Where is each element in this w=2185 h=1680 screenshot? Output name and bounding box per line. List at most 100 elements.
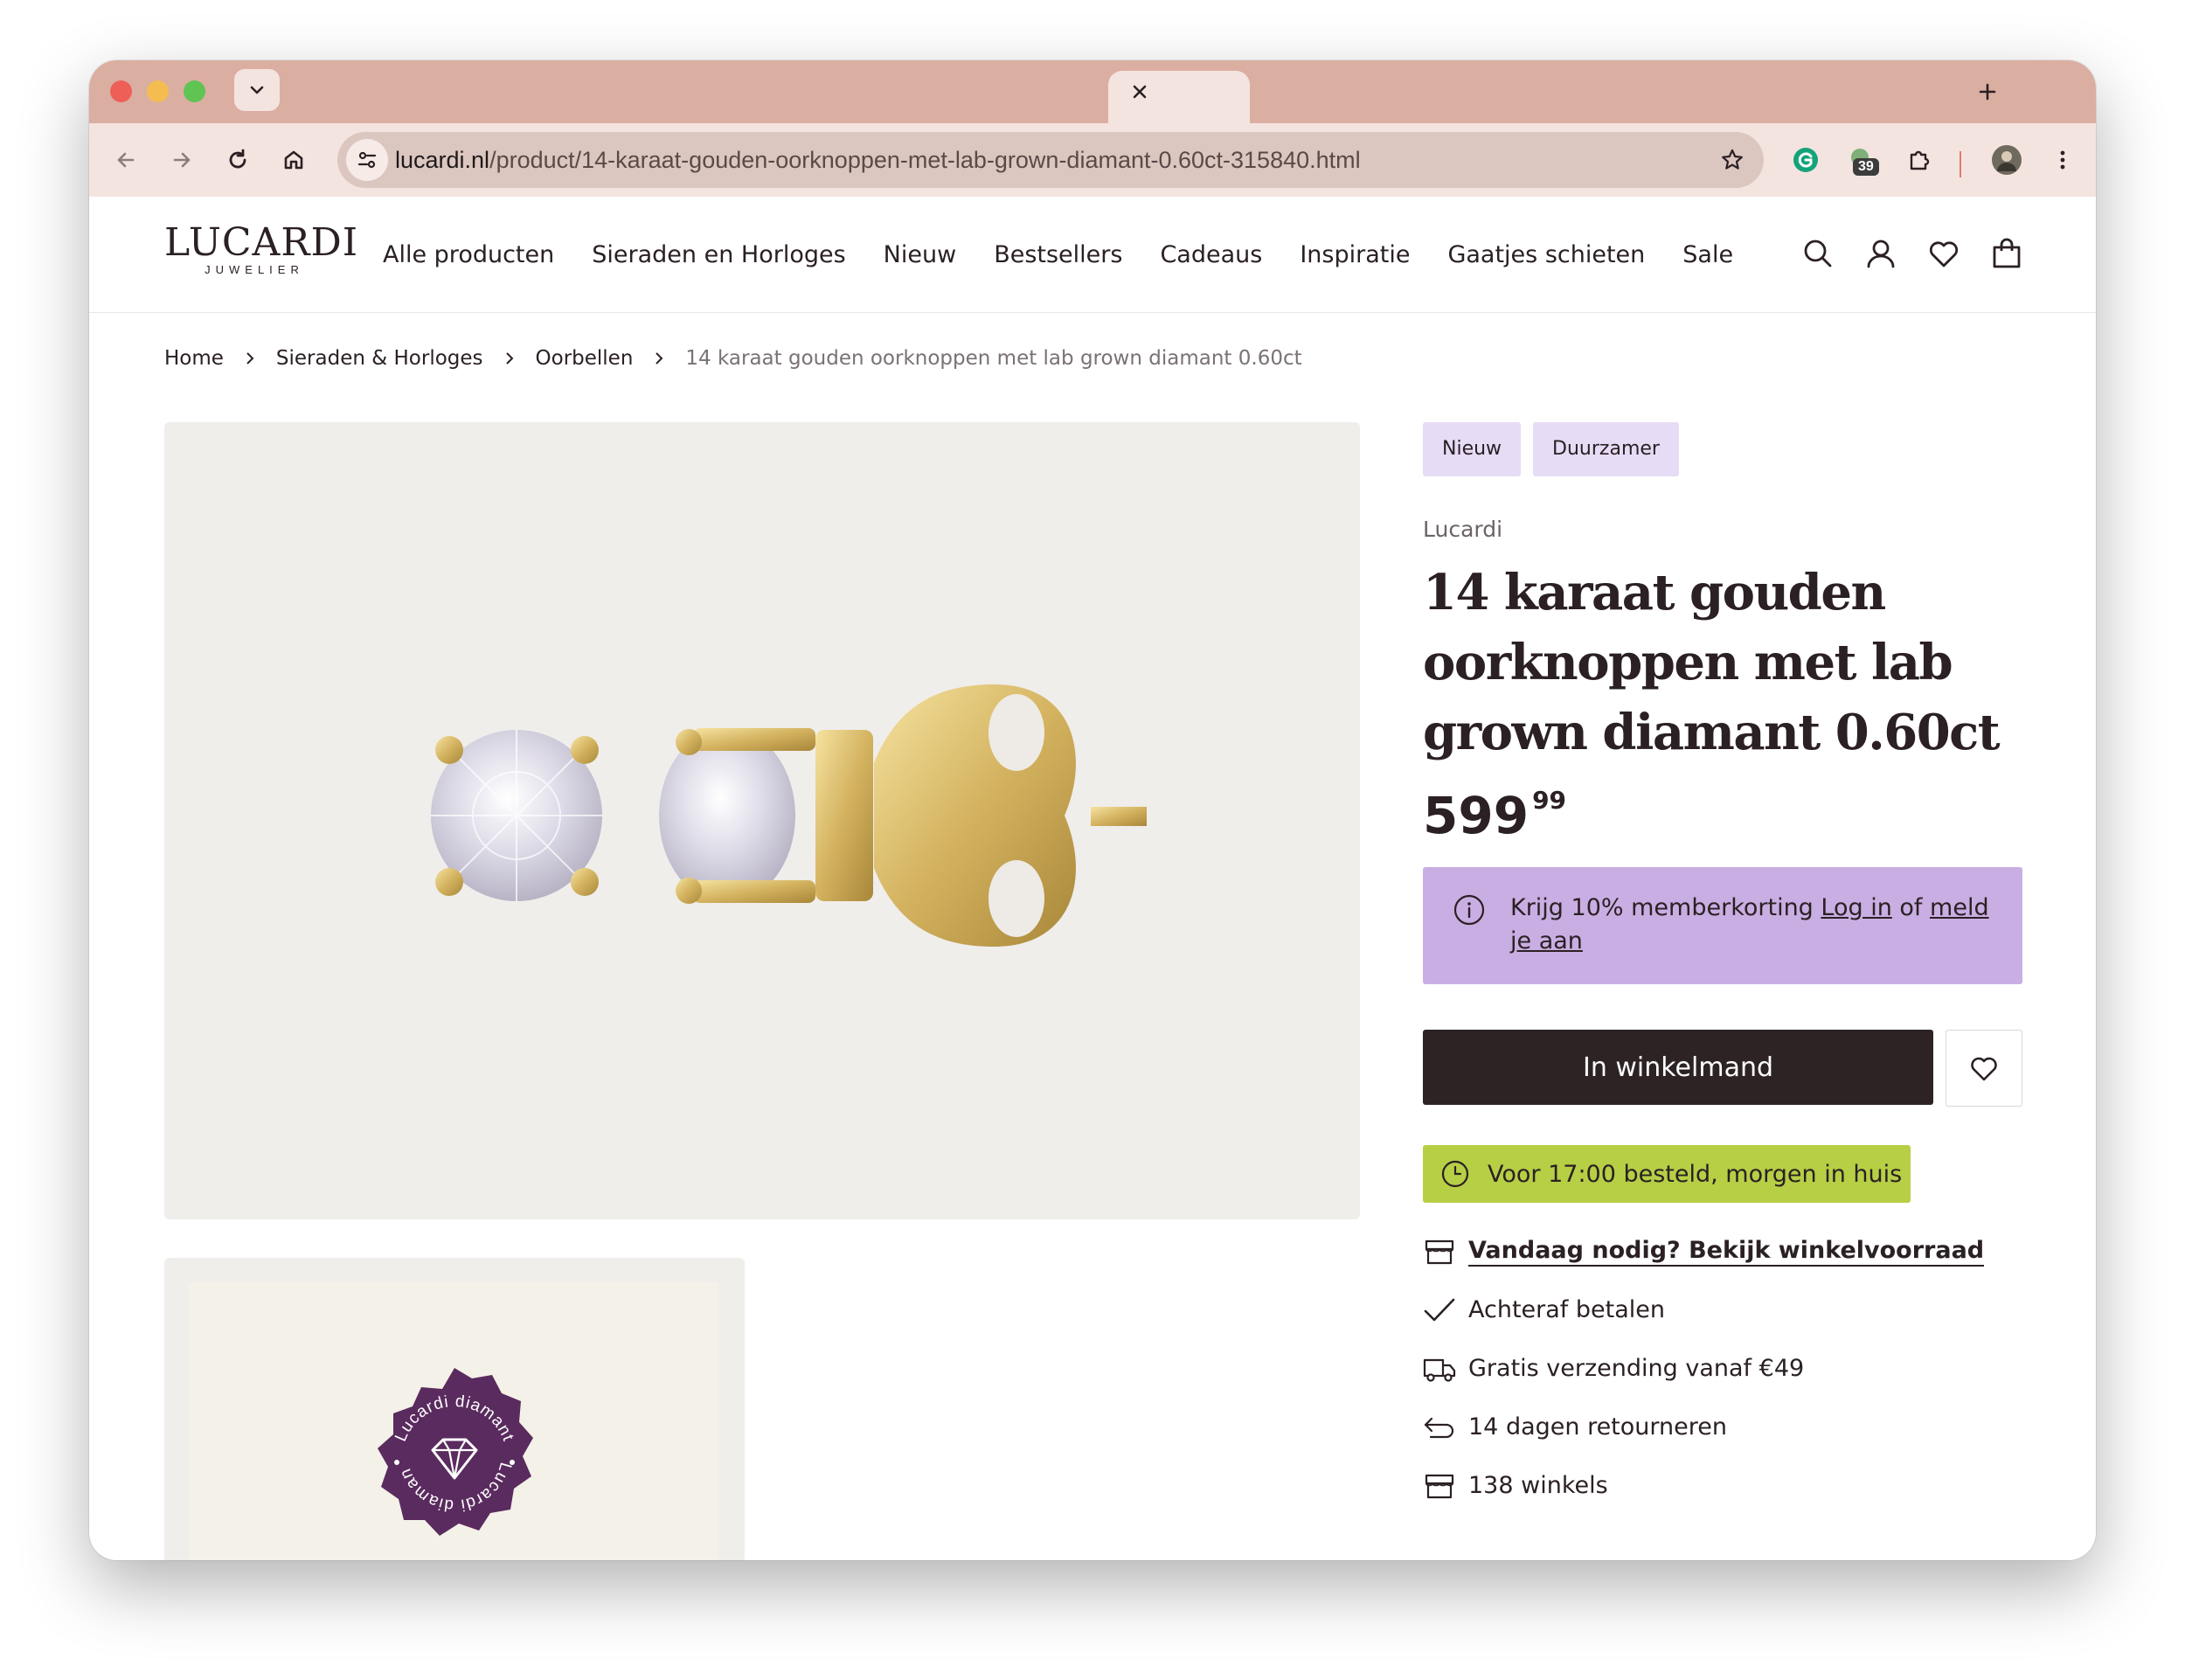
product-tags: Nieuw Duurzamer — [1423, 422, 2022, 476]
breadcrumb: Home Sieraden & Horloges Oorbellen 14 ka… — [164, 347, 1302, 370]
delivery-text: Voor 17:00 besteld, morgen in huis — [1488, 1160, 1903, 1188]
member-discount-text: Krijg 10% memberkorting Log in of meld j… — [1510, 892, 2000, 958]
cart-button[interactable] — [1987, 234, 2026, 273]
breadcrumb-home[interactable]: Home — [164, 347, 224, 370]
forward-button[interactable] — [159, 137, 205, 183]
usp-label: Achteraf betalen — [1468, 1296, 1665, 1323]
usp-list: Vandaag nodig? Bekijk winkelvoorraad Ach… — [1423, 1222, 2022, 1515]
breadcrumb-subcategory[interactable]: Oorbellen — [536, 347, 634, 370]
usp-item: 138 winkels — [1423, 1456, 2022, 1515]
chevron-right-icon — [652, 350, 666, 367]
nav-item-sale[interactable]: Sale — [1682, 241, 1733, 268]
member-discount-banner: Krijg 10% memberkorting Log in of meld j… — [1423, 867, 2022, 984]
toolbar-divider — [1960, 151, 1961, 177]
extension-count-badge: 39 — [1853, 158, 1879, 176]
nav-item-nieuw[interactable]: Nieuw — [884, 241, 957, 268]
add-to-wishlist-button[interactable] — [1946, 1030, 2022, 1107]
url-path: /product/14-karaat-gouden-oorknoppen-met… — [489, 147, 1361, 173]
usp-item: Achteraf betalen — [1423, 1281, 2022, 1339]
search-button[interactable] — [1799, 234, 1837, 273]
logo-wordmark: LUCARDI — [164, 220, 359, 265]
main-nav: Alle producten Sieraden en Horloges Nieu… — [383, 197, 1771, 312]
home-icon — [284, 150, 303, 170]
webpage: LUCARDI JUWELIER Alle producten Sieraden… — [89, 197, 2096, 1560]
breadcrumb-category[interactable]: Sieraden & Horloges — [276, 347, 483, 370]
grammarly-extension-button[interactable] — [1783, 137, 1828, 183]
product-thumbnail[interactable]: Lucardi diamant Lucardi diamant — [164, 1258, 745, 1560]
chevron-right-icon — [243, 350, 257, 367]
diamond-seal-icon: Lucardi diamant Lucardi diamant — [360, 1364, 533, 1536]
nav-item-bestsellers[interactable]: Bestsellers — [994, 241, 1122, 268]
new-tab-button[interactable] — [1968, 73, 2007, 111]
header-actions — [1799, 234, 2026, 273]
nav-item-inspiratie[interactable]: Inspiratie — [1300, 241, 1410, 268]
product-title: 14 karaat gouden oorknoppen met lab grow… — [1423, 564, 2001, 761]
extensions-button[interactable] — [1897, 137, 1942, 183]
plus-icon — [1979, 83, 1996, 101]
clock-icon — [1440, 1159, 1470, 1189]
cta-row: In winkelmand — [1423, 1030, 2022, 1107]
product-brand[interactable]: Lucardi — [1423, 517, 2022, 542]
heart-icon — [1929, 241, 1959, 267]
member-text: Krijg 10% memberkorting — [1510, 894, 1821, 921]
extension-badge-button[interactable]: 39 — [1837, 137, 1883, 183]
return-arrow-icon — [1423, 1413, 1456, 1441]
price-cents: 99 — [1532, 786, 1567, 815]
add-to-cart-button[interactable]: In winkelmand — [1423, 1030, 1933, 1105]
arrow-right-icon — [173, 152, 191, 168]
url-text: lucardi.nl/product/14-karaat-gouden-oork… — [395, 132, 1361, 188]
maximize-window-button[interactable] — [184, 80, 205, 102]
store-icon — [1423, 1238, 1456, 1266]
close-window-button[interactable] — [110, 80, 132, 102]
grammarly-icon — [1793, 148, 1818, 172]
browser-menu-button[interactable] — [2040, 137, 2085, 183]
profile-button[interactable] — [1984, 137, 2029, 183]
usp-label: 138 winkels — [1468, 1472, 1608, 1499]
nav-item-sieraden-horloges[interactable]: Sieraden en Horloges — [592, 241, 845, 268]
tab-search-button[interactable] — [234, 69, 280, 111]
url-host: lucardi.nl — [395, 147, 490, 173]
truck-icon — [1423, 1355, 1456, 1383]
nav-item-alle-producten[interactable]: Alle producten — [383, 241, 554, 268]
chevron-right-icon — [503, 350, 517, 367]
back-button[interactable] — [103, 137, 149, 183]
tag-duurzamer: Duurzamer — [1533, 422, 1679, 476]
browser-toolbar: lucardi.nl/product/14-karaat-gouden-oork… — [89, 123, 2096, 198]
tab-bar — [89, 60, 2096, 123]
store-stock-link[interactable]: Vandaag nodig? Bekijk winkelvoorraad — [1423, 1222, 2022, 1281]
tag-nieuw: Nieuw — [1423, 422, 1522, 476]
logo-subtitle: JUWELIER — [205, 263, 304, 276]
check-icon — [1423, 1296, 1456, 1324]
minimize-window-button[interactable] — [147, 80, 169, 102]
bookmark-button[interactable] — [1713, 141, 1751, 179]
usp-item: Gratis verzending vanaf €49 — [1423, 1339, 2022, 1398]
browser-window: lucardi.nl/product/14-karaat-gouden-oork… — [89, 60, 2096, 1560]
nav-item-cadeaus[interactable]: Cadeaus — [1160, 241, 1262, 268]
usp-item: 14 dagen retourneren — [1423, 1398, 2022, 1456]
site-logo[interactable]: LUCARDI JUWELIER — [164, 220, 359, 277]
usp-label: 14 dagen retourneren — [1468, 1413, 1727, 1440]
puzzle-icon — [1910, 150, 1930, 170]
shopping-bag-icon — [1993, 238, 2021, 268]
store-stock-label: Vandaag nodig? Bekijk winkelvoorraad — [1468, 1237, 1985, 1267]
home-button[interactable] — [271, 137, 316, 183]
close-icon — [1133, 85, 1147, 99]
tab-close-button[interactable] — [1120, 73, 1159, 111]
reload-button[interactable] — [215, 137, 260, 183]
member-or: of — [1891, 894, 1931, 921]
site-info-button[interactable] — [346, 139, 388, 181]
login-link[interactable]: Log in — [1821, 894, 1891, 921]
price-main: 599 — [1423, 786, 1530, 845]
product-main-image[interactable] — [164, 422, 1360, 1219]
nav-item-gaatjes-schieten[interactable]: Gaatjes schieten — [1447, 241, 1645, 268]
search-icon — [1804, 240, 1832, 267]
address-bar[interactable]: lucardi.nl/product/14-karaat-gouden-oork… — [337, 132, 1764, 188]
account-button[interactable] — [1862, 234, 1900, 273]
earrings-image — [431, 684, 1147, 947]
arrow-left-icon — [117, 152, 135, 168]
avatar-icon — [1992, 145, 2022, 175]
store-icon — [1423, 1472, 1456, 1500]
more-vertical-icon — [2060, 150, 2065, 170]
wishlist-button[interactable] — [1925, 234, 1963, 273]
usp-label: Gratis verzending vanaf €49 — [1468, 1355, 1805, 1382]
